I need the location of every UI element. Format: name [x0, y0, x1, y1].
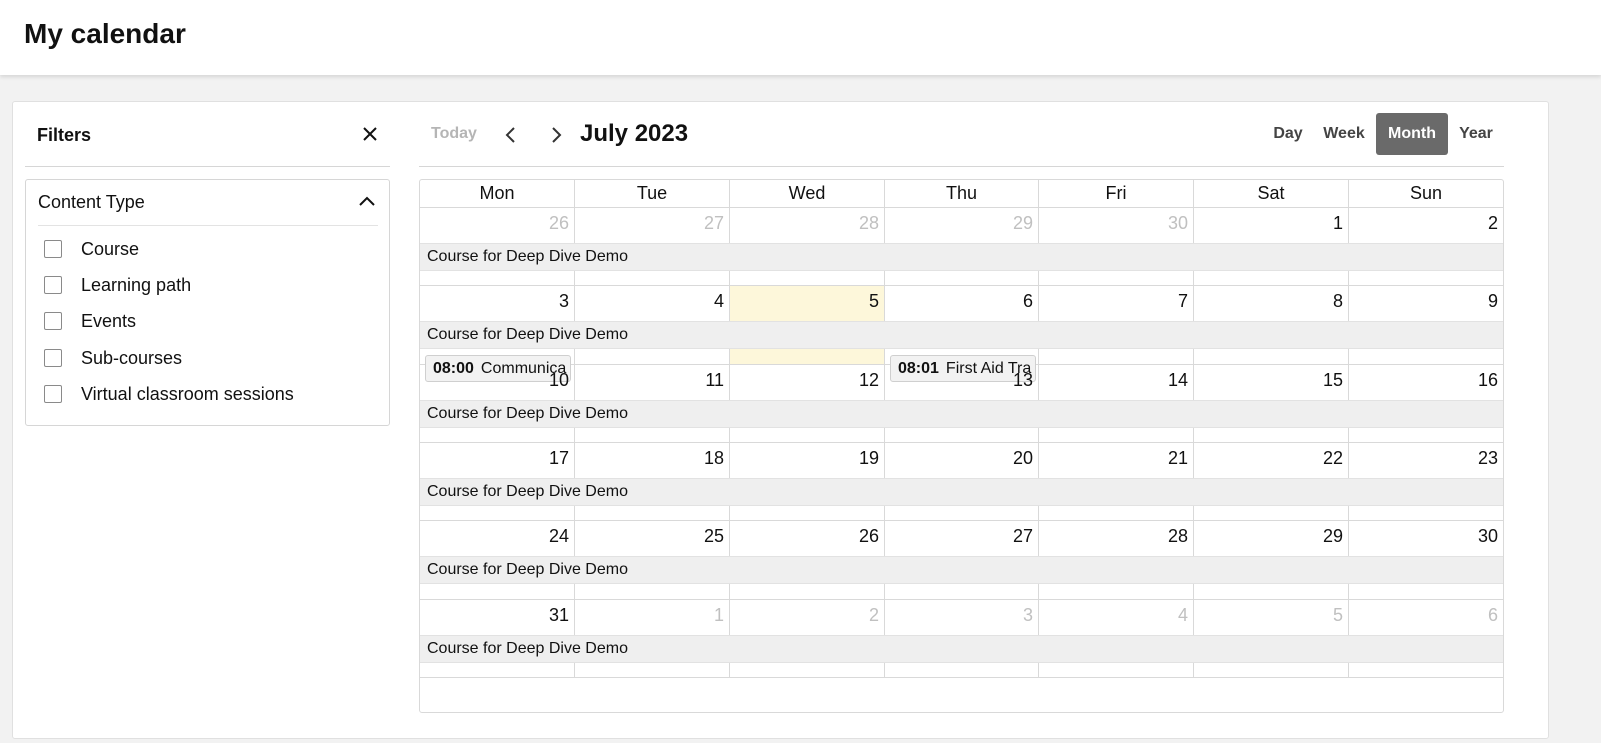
day-number[interactable]: 8: [1333, 291, 1343, 312]
checkbox[interactable]: [44, 240, 62, 258]
filters-title: Filters: [37, 125, 92, 145]
day-number[interactable]: 30: [1168, 213, 1188, 234]
day-number[interactable]: 21: [1168, 448, 1188, 469]
allday-event-bar[interactable]: Course for Deep Dive Demo: [420, 321, 1503, 349]
weekday-header-sun: Sun: [1349, 180, 1503, 208]
view-year-button[interactable]: Year: [1450, 113, 1502, 155]
page-title: My calendar: [24, 18, 186, 49]
weekday-header-sat: Sat: [1194, 180, 1349, 208]
weekday-header-wed: Wed: [730, 180, 885, 208]
filter-option-course[interactable]: Course: [44, 237, 139, 261]
day-number[interactable]: 7: [1178, 291, 1188, 312]
filter-option-label: Course: [81, 238, 140, 259]
chevron-left-icon[interactable]: [500, 124, 522, 146]
day-number[interactable]: 27: [704, 213, 724, 234]
checkbox[interactable]: [44, 385, 62, 403]
day-number[interactable]: 20: [1013, 448, 1033, 469]
filter-option-label: Learning path: [81, 274, 192, 295]
day-number[interactable]: 24: [549, 526, 569, 547]
day-number[interactable]: 1: [1333, 213, 1343, 234]
filter-option-label: Virtual classroom sessions: [81, 383, 294, 404]
allday-event-bar[interactable]: Course for Deep Dive Demo: [420, 478, 1503, 506]
filters-divider: [25, 166, 390, 167]
day-number[interactable]: 6: [1488, 605, 1498, 626]
day-number[interactable]: 1: [714, 605, 724, 626]
day-number[interactable]: 28: [1168, 526, 1188, 547]
view-day-button[interactable]: Day: [1262, 113, 1314, 155]
day-number[interactable]: 31: [549, 605, 569, 626]
calendar-card: Filters Content Type Course Learning pat…: [12, 101, 1549, 739]
top-bar: My calendar: [0, 0, 1601, 75]
day-number[interactable]: 3: [1023, 605, 1033, 626]
view-week-button[interactable]: Week: [1316, 113, 1372, 155]
filter-option-label: Sub-courses: [81, 347, 183, 368]
filter-option-learning-path[interactable]: Learning path: [44, 273, 191, 297]
day-number[interactable]: 22: [1323, 448, 1343, 469]
day-number[interactable]: 25: [704, 526, 724, 547]
day-number[interactable]: 9: [1488, 291, 1498, 312]
day-number[interactable]: 23: [1478, 448, 1498, 469]
day-number[interactable]: 5: [869, 291, 879, 312]
day-number[interactable]: 28: [859, 213, 879, 234]
content-type-filter: Content Type Course Learning path Events…: [25, 179, 390, 426]
day-number[interactable]: 18: [704, 448, 724, 469]
filter-option-sub-courses[interactable]: Sub-courses: [44, 346, 182, 370]
filter-option-virtual-classroom[interactable]: Virtual classroom sessions: [44, 382, 294, 406]
content-type-header[interactable]: Content Type: [38, 192, 378, 226]
day-number[interactable]: 27: [1013, 526, 1033, 547]
checkbox[interactable]: [44, 312, 62, 330]
weekday-header-tue: Tue: [575, 180, 730, 208]
day-number[interactable]: 16: [1478, 370, 1498, 391]
day-number[interactable]: 5: [1333, 605, 1343, 626]
day-number[interactable]: 4: [714, 291, 724, 312]
day-number[interactable]: 19: [859, 448, 879, 469]
day-number[interactable]: 26: [549, 213, 569, 234]
day-number[interactable]: 14: [1168, 370, 1188, 391]
chevron-up-icon: [358, 194, 376, 208]
day-number[interactable]: 6: [1023, 291, 1033, 312]
day-number[interactable]: 29: [1013, 213, 1033, 234]
filter-option-label: Events: [81, 310, 137, 331]
day-number[interactable]: 15: [1323, 370, 1343, 391]
checkbox[interactable]: [44, 349, 62, 367]
toolbar-divider: [419, 166, 1504, 167]
day-number[interactable]: 12: [859, 370, 879, 391]
view-month-button[interactable]: Month: [1376, 113, 1448, 155]
allday-event-bar[interactable]: Course for Deep Dive Demo: [420, 243, 1503, 271]
close-icon[interactable]: [358, 122, 382, 146]
chevron-right-icon[interactable]: [545, 124, 567, 146]
allday-event-bar[interactable]: Course for Deep Dive Demo: [420, 400, 1503, 428]
weekday-header-mon: Mon: [420, 180, 575, 208]
day-number[interactable]: 30: [1478, 526, 1498, 547]
day-number[interactable]: 2: [869, 605, 879, 626]
day-number[interactable]: 17: [549, 448, 569, 469]
day-number[interactable]: 3: [559, 291, 569, 312]
weekday-header-thu: Thu: [885, 180, 1039, 208]
weekday-header-fri: Fri: [1039, 180, 1194, 208]
allday-event-bar[interactable]: Course for Deep Dive Demo: [420, 556, 1503, 584]
month-title: July 2023: [580, 120, 689, 147]
filter-option-events[interactable]: Events: [44, 309, 136, 333]
day-number[interactable]: 26: [859, 526, 879, 547]
allday-event-bar[interactable]: Course for Deep Dive Demo: [420, 635, 1503, 663]
today-button[interactable]: Today: [431, 125, 477, 143]
day-number[interactable]: 4: [1178, 605, 1188, 626]
day-number[interactable]: 11: [705, 370, 724, 391]
day-number[interactable]: 10: [549, 370, 569, 391]
day-number[interactable]: 13: [1013, 370, 1033, 391]
checkbox[interactable]: [44, 276, 62, 294]
content-type-title: Content Type: [38, 192, 145, 212]
day-number[interactable]: 2: [1488, 213, 1498, 234]
day-number[interactable]: 29: [1323, 526, 1343, 547]
month-grid: Mon Tue Wed Thu Fri Sat Sun 26 27 28 29 30 1 2 Course …: [419, 179, 1504, 713]
